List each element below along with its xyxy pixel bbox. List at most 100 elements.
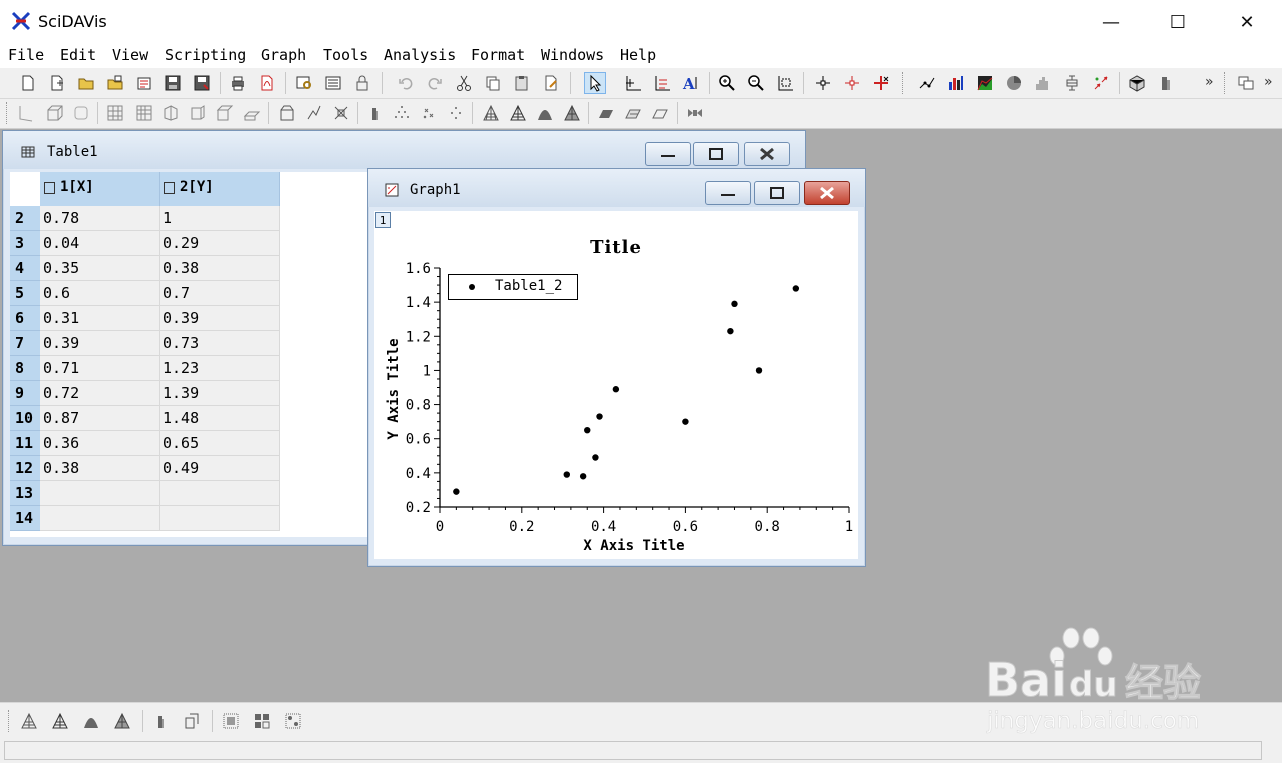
- cut-icon[interactable]: [453, 72, 475, 94]
- new-project-icon[interactable]: [17, 72, 39, 94]
- move-point-icon[interactable]: [841, 72, 863, 94]
- row-header[interactable]: 12: [10, 456, 40, 481]
- rotate-icon[interactable]: [303, 102, 325, 124]
- graph-minimize-button[interactable]: [705, 181, 751, 205]
- left-grid-icon[interactable]: [187, 102, 209, 124]
- row-header[interactable]: 13: [10, 481, 40, 506]
- menu-graph[interactable]: Graph: [261, 46, 306, 64]
- toolbar-grip[interactable]: [902, 72, 906, 94]
- plot-3d-icon[interactable]: [1126, 72, 1148, 94]
- bars-3d-icon[interactable]: [150, 710, 172, 732]
- windows-arrange-icon[interactable]: [1235, 72, 1257, 94]
- floor-iso-icon[interactable]: [622, 102, 644, 124]
- remove-point-icon[interactable]: [870, 72, 892, 94]
- table-cell-y[interactable]: [160, 506, 280, 531]
- menu-help[interactable]: Help: [620, 46, 656, 64]
- perspective-icon[interactable]: [276, 102, 298, 124]
- zoom-in-icon[interactable]: [716, 72, 738, 94]
- menu-scripting[interactable]: Scripting: [165, 46, 246, 64]
- polygon-style-icon[interactable]: [80, 710, 102, 732]
- table-cell-y[interactable]: 0.65: [160, 431, 280, 456]
- row-header[interactable]: 9: [10, 381, 40, 406]
- row-header[interactable]: 6: [10, 306, 40, 331]
- scatter-plot[interactable]: 0 0.2 0.4 0.6 0.8 1 0.2 0.4 0.6 0.8 1 1.2 1.4 1.6: [374, 211, 858, 559]
- ceil-grid-icon[interactable]: [214, 102, 236, 124]
- reset-icon[interactable]: [330, 102, 352, 124]
- front-grid-icon[interactable]: [104, 102, 126, 124]
- graph-close-button[interactable]: [804, 181, 850, 205]
- table-restore-button[interactable]: [693, 142, 739, 166]
- row-header[interactable]: 3: [10, 231, 40, 256]
- table-cell-y[interactable]: 0.38: [160, 256, 280, 281]
- table-cell-y[interactable]: 0.29: [160, 231, 280, 256]
- data-reader-icon[interactable]: [622, 72, 644, 94]
- new-file-icon[interactable]: [46, 72, 68, 94]
- graph-window-titlebar[interactable]: Graph1: [368, 169, 865, 207]
- export-pdf-icon[interactable]: [256, 72, 278, 94]
- wireframe-icon[interactable]: [18, 710, 40, 732]
- table-cell-y[interactable]: 0.7: [160, 281, 280, 306]
- table-cell-x[interactable]: 0.78: [40, 206, 160, 231]
- surface-3d-icon[interactable]: [181, 710, 203, 732]
- box-frame-icon[interactable]: [44, 102, 66, 124]
- column-header-y[interactable]: 2[Y]: [160, 172, 280, 206]
- crosshair-icon[interactable]: [812, 72, 834, 94]
- no-frame-icon[interactable]: [70, 102, 92, 124]
- table-cell-x[interactable]: 0.72: [40, 381, 160, 406]
- points-3d-icon[interactable]: [391, 102, 413, 124]
- cones-3d-icon[interactable]: [445, 102, 467, 124]
- y-axis-title[interactable]: Y Axis Title: [386, 324, 402, 454]
- table-cell-y[interactable]: 1: [160, 206, 280, 231]
- graph-canvas[interactable]: 1 Title 0 0.2 0.4 0.6 0.8 1 0.2 0.4 0.6 0.8 1 1.2 1.…: [374, 211, 858, 559]
- table-window-titlebar[interactable]: Table1: [3, 131, 805, 169]
- vector-plot-icon[interactable]: [1090, 72, 1112, 94]
- table-cell-y[interactable]: 1.48: [160, 406, 280, 431]
- matrix-grid-icon[interactable]: [251, 710, 273, 732]
- table-close-button[interactable]: [744, 142, 790, 166]
- floor-grid-icon[interactable]: [241, 102, 263, 124]
- project-explorer-icon[interactable]: [293, 72, 315, 94]
- menu-format[interactable]: Format: [471, 46, 525, 64]
- table-cell-x[interactable]: 0.36: [40, 431, 160, 456]
- plot-3d-bars-icon[interactable]: [1155, 72, 1177, 94]
- row-header[interactable]: 4: [10, 256, 40, 281]
- axes-frame-icon[interactable]: [15, 102, 37, 124]
- line-symbol-plot-icon[interactable]: [916, 72, 938, 94]
- open-folder-icon[interactable]: [75, 72, 97, 94]
- rescale-icon[interactable]: [774, 72, 796, 94]
- minimize-button[interactable]: —: [1088, 8, 1134, 36]
- table-corner[interactable]: [10, 172, 40, 206]
- graph-window[interactable]: Graph1 1 Title 0 0.2 0.4 0.6 0.8 1 0.2 0.4 0.6 0.…: [367, 168, 866, 567]
- maximize-button[interactable]: ☐: [1155, 8, 1201, 36]
- area-plot-icon[interactable]: [974, 72, 996, 94]
- table-cell-x[interactable]: 0.04: [40, 231, 160, 256]
- row-header[interactable]: 5: [10, 281, 40, 306]
- menu-edit[interactable]: Edit: [60, 46, 96, 64]
- polygon-style-icon[interactable]: [534, 102, 556, 124]
- copy-icon[interactable]: [482, 72, 504, 94]
- delete-selection-icon[interactable]: [540, 72, 562, 94]
- row-header[interactable]: 2: [10, 206, 40, 231]
- table-cell-x[interactable]: 0.35: [40, 256, 160, 281]
- table-minimize-button[interactable]: [645, 142, 691, 166]
- print-icon[interactable]: [227, 72, 249, 94]
- column-header-x[interactable]: 1[X]: [40, 172, 160, 206]
- table-cell-y[interactable]: 0.39: [160, 306, 280, 331]
- right-grid-icon[interactable]: [160, 102, 182, 124]
- add-text-icon[interactable]: A: [680, 72, 702, 94]
- filled-mesh-icon[interactable]: [111, 710, 133, 732]
- crosses-3d-icon[interactable]: [418, 102, 440, 124]
- row-header[interactable]: 14: [10, 506, 40, 531]
- menu-tools[interactable]: Tools: [323, 46, 368, 64]
- matrix-points-icon[interactable]: [282, 710, 304, 732]
- pie-plot-icon[interactable]: [1003, 72, 1025, 94]
- menu-analysis[interactable]: Analysis: [384, 46, 456, 64]
- matrix-dots-icon[interactable]: [220, 710, 242, 732]
- table-cell-x[interactable]: [40, 481, 160, 506]
- filled-mesh-icon[interactable]: [561, 102, 583, 124]
- wireframe-icon[interactable]: [480, 102, 502, 124]
- hidden-line-icon[interactable]: [507, 102, 529, 124]
- row-header[interactable]: 7: [10, 331, 40, 356]
- close-button[interactable]: ✕: [1224, 8, 1270, 36]
- table-cell-x[interactable]: 0.31: [40, 306, 160, 331]
